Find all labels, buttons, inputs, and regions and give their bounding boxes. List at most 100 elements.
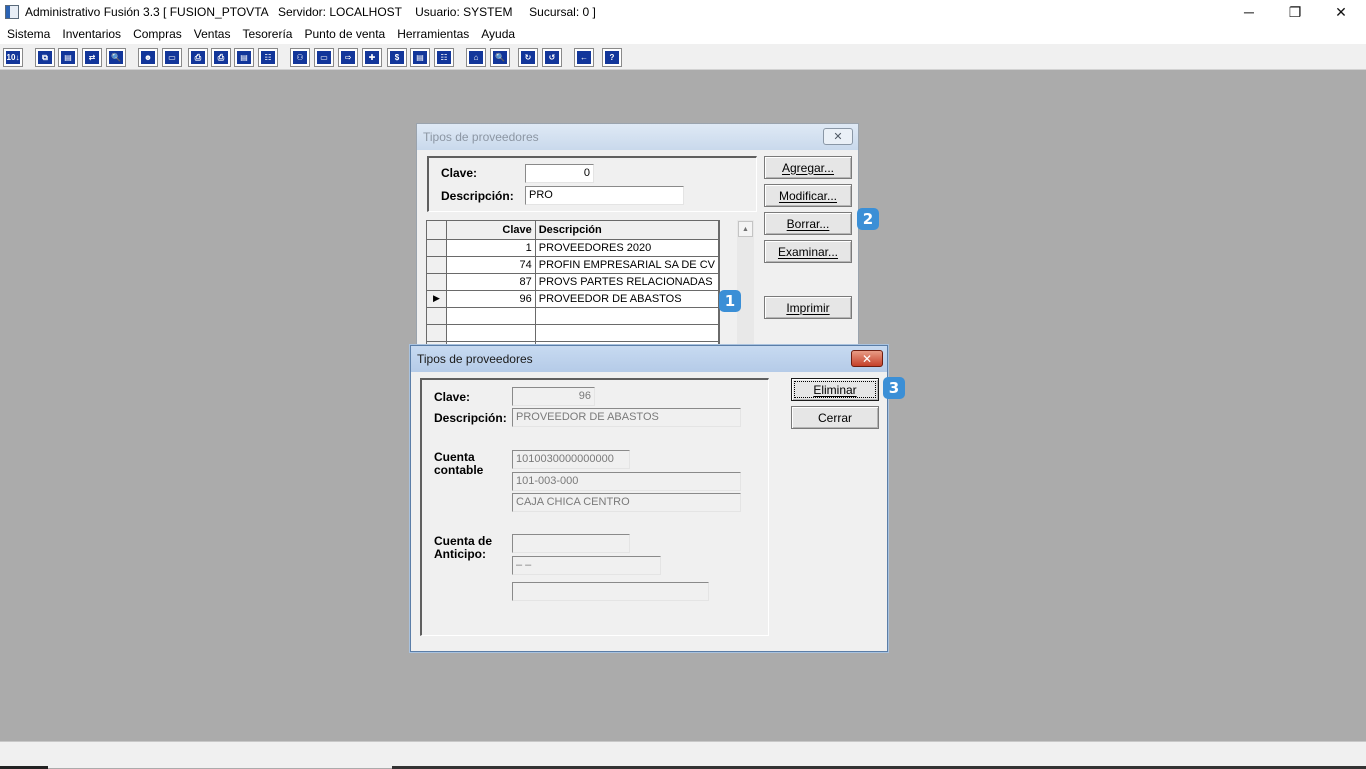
dialog-back-title: Tipos de proveedores (417, 124, 858, 150)
row-indicator (427, 307, 447, 325)
clave-label: Clave: (441, 166, 478, 180)
toolbar-button-12[interactable]: ⚇ (290, 48, 310, 67)
print-icon: ⎙ (191, 51, 205, 64)
cell-descripcion (535, 324, 719, 342)
toolbar-button-18[interactable]: ☷ (434, 48, 454, 67)
list-icon: ☷ (261, 51, 275, 64)
table-row[interactable]: 74 PROFIN EMPRESARIAL SA DE CV (427, 256, 719, 274)
clave-field[interactable]: 96 (512, 387, 595, 406)
toolbar-button-19[interactable]: ⌂ (466, 48, 486, 67)
toolbar-button-4[interactable]: ⇄ (82, 48, 102, 67)
title-bar: Administrativo Fusión 3.3 [ FUSION_PTOVT… (0, 0, 1366, 24)
help-icon: ? (605, 51, 619, 64)
proveedores-grid: Clave Descripción 1 PROVEEDORES 2020 74 … (426, 220, 720, 345)
cell-clave: 74 (446, 256, 536, 274)
cell-clave (446, 324, 536, 342)
row-pointer-icon: ▶ (427, 290, 447, 308)
toolbar-button-5[interactable]: 🔍 (106, 48, 126, 67)
toolbar-button-1[interactable]: 10↓ (3, 48, 23, 67)
toolbar-button-6[interactable]: ☻ (138, 48, 158, 67)
grid-scrollbar[interactable]: ▲ (737, 220, 754, 345)
dialog-front-title: Tipos de proveedores (411, 346, 887, 372)
tipos-proveedores-list-dialog: Tipos de proveedores ✕ Clave: 0 Descripc… (416, 123, 859, 355)
cuenta-anticipo-field[interactable] (512, 534, 630, 553)
menu-ventas[interactable]: Ventas (189, 25, 236, 43)
folder-icon: ▭ (165, 51, 179, 64)
borrar-button[interactable]: Borrar... (764, 212, 852, 235)
cuenta-anticipo-label-line1: Cuenta de (434, 534, 493, 548)
menu-sistema[interactable]: Sistema (2, 25, 55, 43)
cuenta-contable-code-field[interactable]: 101-003-000 (512, 472, 741, 491)
cell-descripcion: PROVS PARTES RELACIONADAS (535, 273, 719, 291)
toolbar-button-20[interactable]: 🔍 (490, 48, 510, 67)
toolbar-button-2[interactable]: ⧉ (35, 48, 55, 67)
toolbar-button-24[interactable]: ? (602, 48, 622, 67)
menu-ayuda[interactable]: Ayuda (476, 25, 520, 43)
table-row[interactable]: 1 PROVEEDORES 2020 (427, 239, 719, 257)
menu-punto-de-venta[interactable]: Punto de venta (299, 25, 390, 43)
grid-corner-cell (427, 221, 447, 240)
cuenta-contable-label-line1: Cuenta (434, 450, 475, 464)
imprimir-button[interactable]: Imprimir (764, 296, 852, 319)
status-bar (0, 741, 1366, 769)
toolbar-button-9[interactable]: ⎙ (211, 48, 231, 67)
table-row-selected[interactable]: ▶ 96 PROVEEDOR DE ABASTOS (427, 290, 719, 308)
home-icon: ⌂ (469, 51, 483, 64)
add-icon: ✚ (365, 51, 379, 64)
menu-inventarios[interactable]: Inventarios (57, 25, 126, 43)
toolbar-button-21[interactable]: ↻ (518, 48, 538, 67)
toolbar-button-15[interactable]: ✚ (362, 48, 382, 67)
toolbar-button-3[interactable]: ▤ (58, 48, 78, 67)
toolbar-button-17[interactable]: ▤ (410, 48, 430, 67)
row-indicator (427, 324, 447, 342)
column-header-clave[interactable]: Clave (446, 221, 536, 240)
cerrar-button[interactable]: Cerrar (791, 406, 879, 429)
eliminar-button[interactable]: Eliminar (791, 378, 879, 401)
app-icon (5, 5, 19, 19)
detail-group: Clave: 96 Descripción: PROVEEDOR DE ABAS… (420, 378, 769, 636)
cell-clave: 87 (446, 273, 536, 291)
dialog-front-close-button[interactable]: ✕ (851, 350, 883, 367)
descripcion-field[interactable]: PROVEEDOR DE ABASTOS (512, 408, 741, 427)
user-icon: ☻ (141, 51, 155, 64)
toolbar-button-16[interactable]: $ (387, 48, 407, 67)
clave-filter-input[interactable]: 0 (525, 164, 594, 183)
table-row[interactable] (427, 324, 719, 342)
copy-icon: ⧉ (38, 51, 52, 64)
agregar-button[interactable]: Agregar... (764, 156, 852, 179)
table-row[interactable]: 87 PROVS PARTES RELACIONADAS (427, 273, 719, 291)
menu-compras[interactable]: Compras (128, 25, 187, 43)
cell-descripcion: PROVEEDORES 2020 (535, 239, 719, 257)
step-badge-3: 3 (883, 377, 905, 399)
scroll-up-icon[interactable]: ▲ (738, 221, 753, 237)
restore-button[interactable]: ❐ (1272, 0, 1318, 24)
toolbar-button-14[interactable]: ⇨ (338, 48, 358, 67)
row-indicator (427, 239, 447, 257)
minimize-button[interactable]: ─ (1226, 0, 1272, 24)
close-window-button[interactable]: ✕ (1318, 0, 1364, 24)
report-icon: ▤ (413, 51, 427, 64)
dialog-back-close-button[interactable]: ✕ (823, 128, 853, 145)
toolbar-button-10[interactable]: ▤ (234, 48, 254, 67)
toolbar-button-13[interactable]: ▭ (314, 48, 334, 67)
cuenta-contable-field[interactable]: 1010030000000000 (512, 450, 630, 469)
search-icon: 🔍 (493, 51, 507, 64)
toolbar-button-23[interactable]: ← (574, 48, 594, 67)
descripcion-label: Descripción: (434, 411, 507, 425)
descripcion-filter-input[interactable]: PRO (525, 186, 684, 205)
menu-tesoreria[interactable]: Tesorería (237, 25, 297, 43)
toolbar-button-11[interactable]: ☷ (258, 48, 278, 67)
toolbar-button-7[interactable]: ▭ (162, 48, 182, 67)
cuenta-anticipo-name-field[interactable] (512, 582, 709, 601)
toolbar-button-22[interactable]: ↺ (542, 48, 562, 67)
cuenta-anticipo-code-field[interactable]: – – (512, 556, 661, 575)
modificar-button[interactable]: Modificar... (764, 184, 852, 207)
examinar-button[interactable]: Examinar... (764, 240, 852, 263)
column-header-descripcion[interactable]: Descripción (535, 221, 719, 240)
toolbar-button-8[interactable]: ⎙ (188, 48, 208, 67)
eliminar-tipo-proveedor-dialog: Tipos de proveedores ✕ Clave: 96 Descrip… (410, 345, 888, 652)
cuenta-contable-name-field[interactable]: CAJA CHICA CENTRO (512, 493, 741, 512)
cell-clave: 96 (446, 290, 536, 308)
menu-herramientas[interactable]: Herramientas (392, 25, 474, 43)
table-row[interactable] (427, 307, 719, 325)
